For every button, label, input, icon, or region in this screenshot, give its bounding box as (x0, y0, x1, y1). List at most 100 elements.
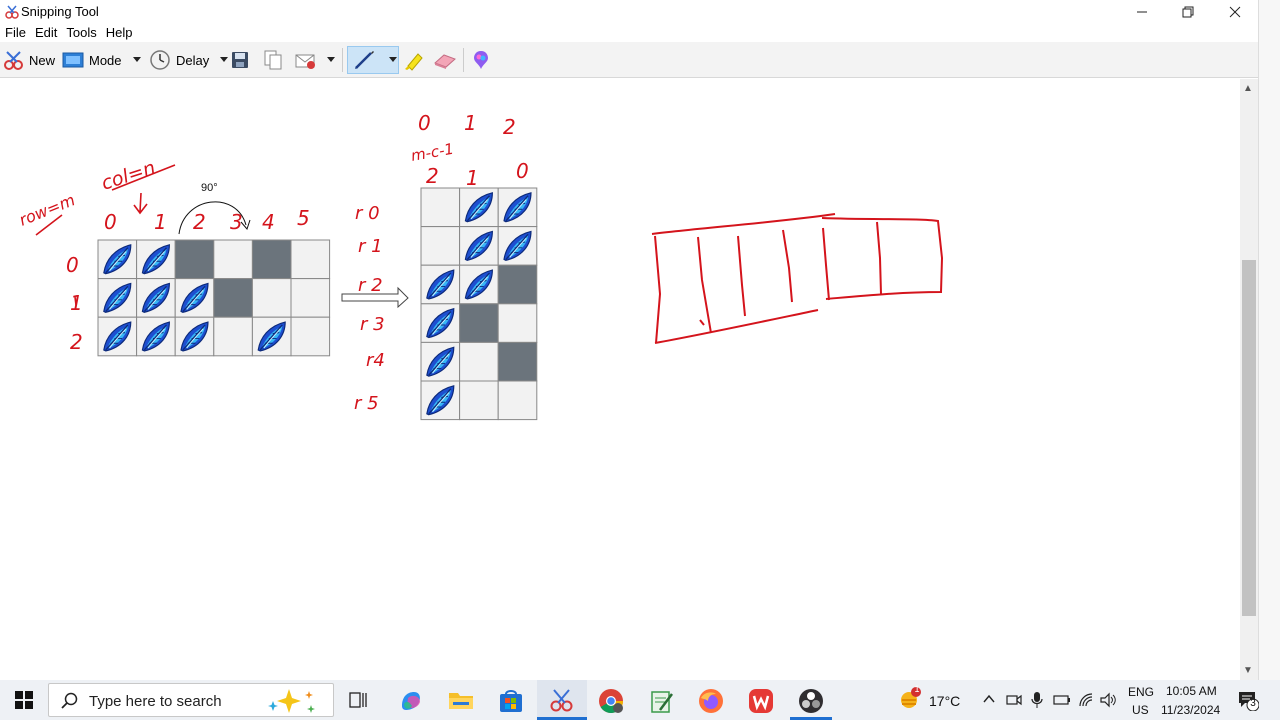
left-grid-cell-empty (251, 278, 292, 318)
search-icon (61, 692, 78, 709)
notepad-icon (651, 691, 673, 713)
left-col-index-5: 5 (297, 206, 310, 230)
eraser-button[interactable] (432, 46, 458, 74)
notification-count: 3 (1250, 698, 1256, 709)
left-col-index-1: 1 (154, 210, 167, 234)
menu-file[interactable]: File (0, 24, 30, 42)
rotation-label: 90° (201, 182, 218, 194)
toolbar-separator (342, 48, 343, 72)
right-row-label-2: r 2 (358, 275, 383, 296)
snipping-tool-taskbar-button[interactable] (537, 680, 587, 720)
scroll-up-icon[interactable]: ▲ (1243, 83, 1253, 94)
pen-button[interactable] (347, 46, 399, 74)
clock-date: 11/23/2024 (1161, 703, 1221, 717)
wps-icon (749, 689, 773, 713)
left-row-index-2: 2 (70, 330, 83, 354)
volume-icon[interactable] (1099, 691, 1117, 709)
paint3d-button[interactable] (470, 46, 492, 74)
right-col-index-2: 2 (503, 115, 516, 139)
restore-button[interactable] (1165, 0, 1211, 24)
copilot-icon (402, 692, 420, 710)
copy-icon (264, 50, 282, 70)
menu-edit[interactable]: Edit (30, 24, 61, 42)
microphone-icon[interactable] (1030, 691, 1044, 709)
delay-label: Delay (176, 52, 210, 68)
snip-canvas[interactable]: 90° row=m col=n 0 1 2 3 4 5 0 1 2 0 1 2 … (0, 79, 1240, 680)
chevron-down-icon (327, 57, 335, 62)
menu-bar: File Edit Tools Help (0, 24, 1258, 42)
save-button[interactable] (230, 46, 250, 74)
left-grid-cell-empty (213, 316, 253, 357)
chrome-icon (599, 689, 623, 714)
left-col-index-0: 0 (104, 210, 117, 234)
notification-center-button[interactable]: 3 (1237, 689, 1260, 716)
minimize-button[interactable] (1119, 0, 1165, 24)
left-grid-cell-dark (213, 278, 253, 318)
firefox-button[interactable] (698, 688, 724, 719)
right-grid-cell-empty (420, 226, 461, 266)
scroll-down-icon[interactable]: ▼ (1243, 665, 1253, 676)
toolbar: New Mode Delay (0, 42, 1258, 78)
right-grid-cell-dark (497, 341, 538, 382)
send-snip-button[interactable] (294, 46, 335, 74)
language-top: ENG (1128, 685, 1155, 699)
task-view-icon (349, 692, 367, 708)
taskbar-search[interactable]: Type here to search (48, 683, 334, 717)
weather-widget[interactable]: 1 (898, 684, 922, 716)
highlighter-button[interactable] (402, 46, 426, 74)
start-icon (15, 691, 33, 709)
sketched-array (651, 213, 944, 344)
obs-icon (799, 689, 823, 713)
right-col-index-0: 0 (418, 111, 431, 135)
left-col-index-3: 3 (230, 210, 243, 234)
menu-tools[interactable]: Tools (61, 24, 100, 42)
language-bottom: US (1132, 703, 1149, 717)
show-hidden-icons-button[interactable] (982, 692, 996, 711)
clock-time: 10:05 AM (1166, 684, 1217, 698)
new-button[interactable]: New (3, 46, 55, 74)
right-row-label-1: r 1 (358, 236, 383, 257)
copy-button[interactable] (262, 46, 284, 74)
handwriting-rows-eq: row=m (16, 190, 77, 230)
weather-temperature[interactable]: 17°C (929, 693, 960, 709)
delay-button[interactable]: Delay (149, 46, 229, 74)
snipping-tool-icon (550, 689, 573, 712)
menu-help[interactable]: Help (101, 24, 137, 42)
title-bar: Snipping Tool (0, 0, 1280, 24)
chevron-down-icon (132, 57, 141, 62)
highlighter-icon (405, 53, 423, 71)
store-icon (500, 690, 522, 712)
new-label: New (29, 52, 56, 68)
right-row-label-0: r 0 (355, 203, 380, 224)
chrome-button[interactable] (598, 688, 624, 719)
start-button[interactable] (0, 680, 48, 720)
file-explorer-button[interactable] (448, 689, 474, 716)
copilot-button[interactable] (398, 688, 424, 719)
chevron-down-icon (220, 57, 229, 62)
pen-icon (355, 51, 374, 69)
notepad-button[interactable] (648, 688, 674, 719)
battery-icon[interactable] (1053, 692, 1071, 708)
wps-button[interactable] (748, 688, 774, 719)
meet-now-icon[interactable] (1006, 692, 1022, 708)
right-grid-cell-dark (497, 264, 538, 305)
mode-button[interactable]: Mode (62, 46, 141, 74)
right-col-rev-2: 2 (426, 164, 439, 188)
chevron-up-icon (983, 694, 995, 703)
close-icon (1229, 6, 1241, 18)
close-button[interactable] (1212, 0, 1258, 24)
right-grid-cell-empty (497, 303, 538, 343)
right-grid-cell-empty (459, 380, 499, 421)
task-view-button[interactable] (349, 690, 369, 715)
wifi-icon[interactable] (1078, 692, 1094, 708)
firefox-icon (699, 689, 723, 713)
mode-label: Mode (89, 52, 122, 68)
vertical-scrollbar[interactable]: ▲ ▼ (1240, 79, 1258, 680)
scroll-thumb[interactable] (1242, 260, 1256, 616)
save-icon (232, 52, 248, 68)
eraser-icon (434, 54, 456, 69)
store-button[interactable] (498, 688, 524, 719)
window-title: Snipping Tool (21, 4, 99, 19)
obs-taskbar-button[interactable] (790, 680, 832, 720)
right-grid-cell-dark (459, 303, 499, 343)
